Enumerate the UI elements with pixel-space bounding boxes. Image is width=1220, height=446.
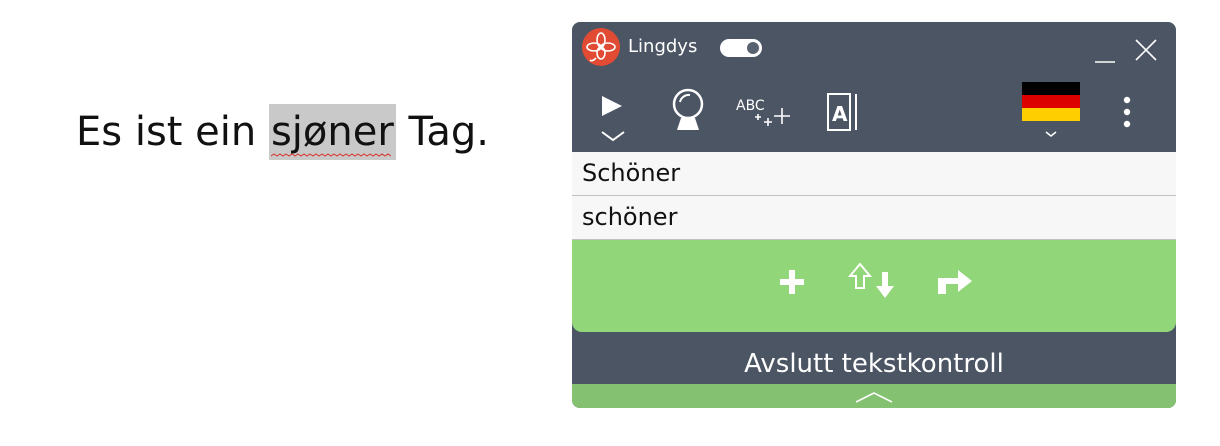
german-flag-icon[interactable] <box>1022 82 1080 140</box>
spellcheck-icon[interactable]: ABC <box>736 96 798 128</box>
toggle-knob <box>747 42 759 54</box>
collapse-panel-button[interactable] <box>572 384 1176 408</box>
svg-text:ABC: ABC <box>736 98 765 114</box>
swap-case-icon[interactable] <box>848 262 902 302</box>
more-vertical-icon[interactable] <box>1120 94 1134 134</box>
word-prediction-icon[interactable] <box>668 88 708 132</box>
text-before: Es ist ein <box>76 109 269 155</box>
play-icon[interactable] <box>598 94 628 146</box>
lingdys-toggle[interactable] <box>720 39 762 57</box>
document-text: Es ist ein sjøner Tag. <box>76 96 489 184</box>
suggestion-list: Schöner schöner <box>572 152 1176 240</box>
suggestion-item[interactable]: Schöner <box>572 152 1176 196</box>
lingdys-panel: Lingdys ABC A Schöner schöner Avslutt te… <box>572 22 1176 408</box>
action-bar <box>572 240 1176 332</box>
toolbar: ABC A <box>572 72 1176 152</box>
lingdys-flower-logo <box>582 28 620 66</box>
finish-text-check-button[interactable]: Avslutt tekstkontroll <box>572 332 1176 384</box>
svg-text:A: A <box>832 102 848 126</box>
dictionary-icon[interactable]: A <box>824 90 864 134</box>
misspelled-word[interactable]: sjøner <box>264 96 400 184</box>
minimize-icon[interactable] <box>1094 44 1116 64</box>
title-bar: Lingdys <box>572 22 1176 72</box>
text-after: Tag. <box>395 109 489 155</box>
spelling-squiggle <box>270 153 391 157</box>
app-name: Lingdys <box>628 36 698 57</box>
skip-arrow-icon[interactable] <box>936 266 976 296</box>
chevron-up-icon <box>855 392 893 403</box>
close-icon[interactable] <box>1134 38 1158 62</box>
plus-icon[interactable] <box>778 268 806 296</box>
misspelled-word-text: sjøner <box>270 109 394 155</box>
suggestion-item[interactable]: schöner <box>572 196 1176 240</box>
